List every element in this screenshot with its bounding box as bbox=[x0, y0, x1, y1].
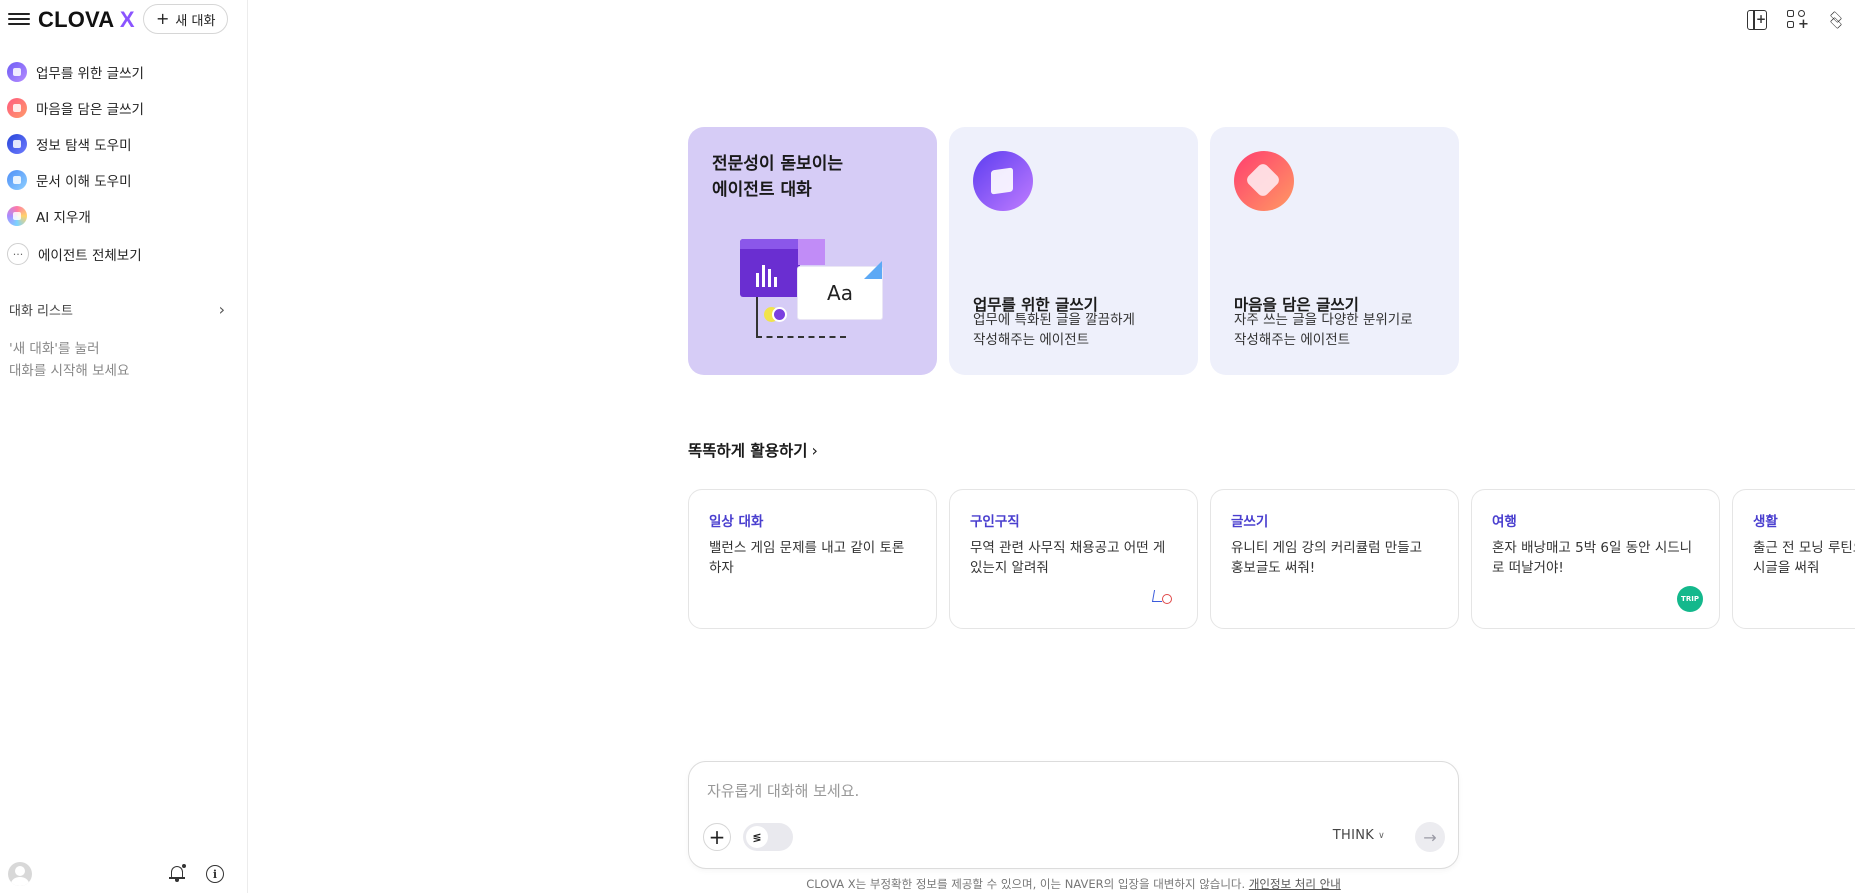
eraser-agent-icon bbox=[7, 206, 27, 226]
heart-agent-icon bbox=[7, 98, 27, 118]
suggestion-text: 유니티 게임 강의 커리큘럼 만들고 홍보글도 써줘! bbox=[1231, 540, 1423, 576]
chat-list-label: 대화 리스트 bbox=[9, 304, 73, 319]
agent-label: 업무를 위한 글쓰기 bbox=[36, 66, 144, 82]
agent-label: 정보 탐색 도우미 bbox=[36, 138, 132, 154]
new-chat-button[interactable]: + 새 대화 bbox=[143, 4, 229, 34]
heartfelt-writing-card[interactable]: 마음을 담은 글쓰기 자주 쓰는 글을 다양한 분위기로 작성해주는 에이전트 bbox=[1210, 127, 1459, 375]
panel-add-icon[interactable] bbox=[1747, 10, 1767, 30]
suggestion-category: 구인구직 bbox=[970, 514, 1020, 530]
app-root: CLOVA X + 새 대화 업무를 위한 글쓰기 마음을 담은 글쓰기 정보 … bbox=[0, 0, 1855, 893]
skill-toggle[interactable]: ≶ bbox=[743, 823, 793, 851]
suggestion-card[interactable]: 구인구직 무역 관련 사무직 채용공고 어떤 게 있는지 알려줘 bbox=[949, 489, 1198, 629]
think-label: THINK bbox=[1332, 828, 1375, 843]
disclaimer: CLOVA X는 부정확한 정보를 제공할 수 있으며, 이는 NAVER의 입… bbox=[688, 876, 1459, 892]
bell-icon[interactable] bbox=[168, 864, 186, 884]
sidebar-all-agents[interactable]: ··· 에이전트 전체보기 bbox=[0, 236, 248, 272]
skill-icon: ≶ bbox=[746, 826, 768, 848]
card-description: 업무에 특화된 글을 깔끔하게 작성해주는 에이전트 bbox=[973, 312, 1135, 348]
suggestion-card[interactable]: 글쓰기 유니티 게임 강의 커리큘럼 만들고 홍보글도 써줘! bbox=[1210, 489, 1459, 629]
agent-label: AI 지우개 bbox=[36, 210, 91, 226]
clova-x-logo[interactable]: CLOVA X bbox=[38, 7, 135, 33]
chevron-right-icon: › bbox=[811, 440, 818, 460]
arrow-right-icon: → bbox=[1423, 827, 1437, 847]
chevron-right-icon: › bbox=[218, 300, 225, 319]
sidebar-agent-info-search[interactable]: 정보 탐색 도우미 bbox=[0, 126, 248, 162]
business-writing-card[interactable]: 업무를 위한 글쓰기 업무에 특화된 글을 깔끔하게 작성해주는 에이전트 bbox=[949, 127, 1198, 375]
suggestion-cards: 일상 대화 밸런스 게임 문제를 내고 같이 토론 하자 구인구직 무역 관련 … bbox=[688, 489, 1855, 629]
suggestion-text: 무역 관련 사무직 채용공고 어떤 게 있는지 알려줘 bbox=[970, 540, 1166, 576]
suggestion-text: 밸런스 게임 문제를 내고 같이 토론 하자 bbox=[709, 540, 905, 576]
sidebar: CLOVA X + 새 대화 업무를 위한 글쓰기 마음을 담은 글쓰기 정보 … bbox=[0, 0, 248, 893]
suggestion-text: 혼자 배낭매고 5박 6일 동안 시드니 로 떠날거야! bbox=[1492, 540, 1693, 576]
agent-conversation-card[interactable]: 전문성이 돋보이는 에이전트 대화 Aa bbox=[688, 127, 937, 375]
suggestion-card[interactable]: 여행 혼자 배낭매고 5박 6일 동안 시드니 로 떠날거야! TRIP bbox=[1471, 489, 1720, 629]
book-icon bbox=[973, 151, 1033, 211]
sidebar-agent-business-writing[interactable]: 업무를 위한 글쓰기 bbox=[0, 54, 248, 90]
chat-input-box: + ≶ THINK ∨ → bbox=[688, 761, 1459, 869]
trip-plugin-icon: TRIP bbox=[1677, 586, 1703, 612]
agent-list: 업무를 위한 글쓰기 마음을 담은 글쓰기 정보 탐색 도우미 문서 이해 도우… bbox=[0, 54, 248, 272]
plugin-icon bbox=[1151, 590, 1175, 606]
section-title-text: 똑똑하게 활용하기 bbox=[688, 442, 808, 460]
attach-plus-button[interactable]: + bbox=[703, 823, 731, 851]
suggestion-card[interactable]: 일상 대화 밸런스 게임 문제를 내고 같이 토론 하자 bbox=[688, 489, 937, 629]
menu-icon[interactable] bbox=[8, 10, 30, 28]
avatar[interactable] bbox=[8, 862, 32, 886]
compass-agent-icon bbox=[7, 134, 27, 154]
card-description: 자주 쓰는 글을 다양한 분위기로 작성해주는 에이전트 bbox=[1234, 312, 1413, 348]
suggestion-card[interactable]: 생활 출근 전 모닝 루틴으 시글을 써줘 bbox=[1732, 489, 1855, 629]
suggestion-category: 일상 대화 bbox=[709, 514, 764, 530]
suggestion-category: 여행 bbox=[1492, 514, 1517, 530]
sidebar-agent-heartfelt-writing[interactable]: 마음을 담은 글쓰기 bbox=[0, 90, 248, 126]
all-agents-label: 에이전트 전체보기 bbox=[38, 248, 142, 264]
document-agent-icon bbox=[7, 170, 27, 190]
smart-use-section-title[interactable]: 똑똑하게 활용하기 › bbox=[688, 439, 818, 461]
apps-icon[interactable] bbox=[1787, 10, 1809, 32]
chat-input[interactable] bbox=[707, 778, 1407, 804]
empty-chat-hint: '새 대화'를 눌러 대화를 시작해 보세요 bbox=[9, 341, 130, 379]
think-mode-dropdown[interactable]: THINK ∨ bbox=[1333, 828, 1385, 843]
send-button[interactable]: → bbox=[1415, 822, 1445, 852]
hero-main-title: 전문성이 돋보이는 에이전트 대화 bbox=[712, 154, 844, 200]
heart-icon bbox=[1234, 151, 1294, 211]
chevron-down-icon: ∨ bbox=[1378, 830, 1385, 841]
suggestion-text: 출근 전 모닝 루틴으 시글을 써줘 bbox=[1753, 540, 1855, 576]
chat-list-toggle[interactable]: 대화 리스트 › bbox=[9, 300, 225, 319]
chart-document-illustration: Aa bbox=[740, 239, 900, 349]
agent-label: 마음을 담은 글쓰기 bbox=[36, 102, 144, 118]
agent-label: 문서 이해 도우미 bbox=[36, 174, 132, 190]
info-icon[interactable]: i bbox=[206, 865, 224, 883]
privacy-link[interactable]: 개인정보 처리 안내 bbox=[1249, 877, 1341, 891]
layers-icon[interactable] bbox=[1827, 10, 1847, 30]
suggestion-category: 생활 bbox=[1753, 514, 1778, 530]
sidebar-agent-ai-eraser[interactable]: AI 지우개 bbox=[0, 198, 248, 234]
top-toolbar bbox=[1747, 10, 1847, 32]
plus-icon: + bbox=[156, 9, 170, 28]
suggestion-category: 글쓰기 bbox=[1231, 514, 1269, 530]
sidebar-agent-document-understanding[interactable]: 문서 이해 도우미 bbox=[0, 162, 248, 198]
more-dots-icon: ··· bbox=[7, 243, 29, 265]
new-chat-label: 새 대화 bbox=[175, 13, 216, 29]
hero-cards: 전문성이 돋보이는 에이전트 대화 Aa 업무를 위한 글쓰기 업무에 특화된 … bbox=[688, 127, 1459, 375]
book-agent-icon bbox=[7, 62, 27, 82]
disclaimer-text: CLOVA X는 부정확한 정보를 제공할 수 있으며, 이는 NAVER의 입… bbox=[806, 877, 1249, 891]
